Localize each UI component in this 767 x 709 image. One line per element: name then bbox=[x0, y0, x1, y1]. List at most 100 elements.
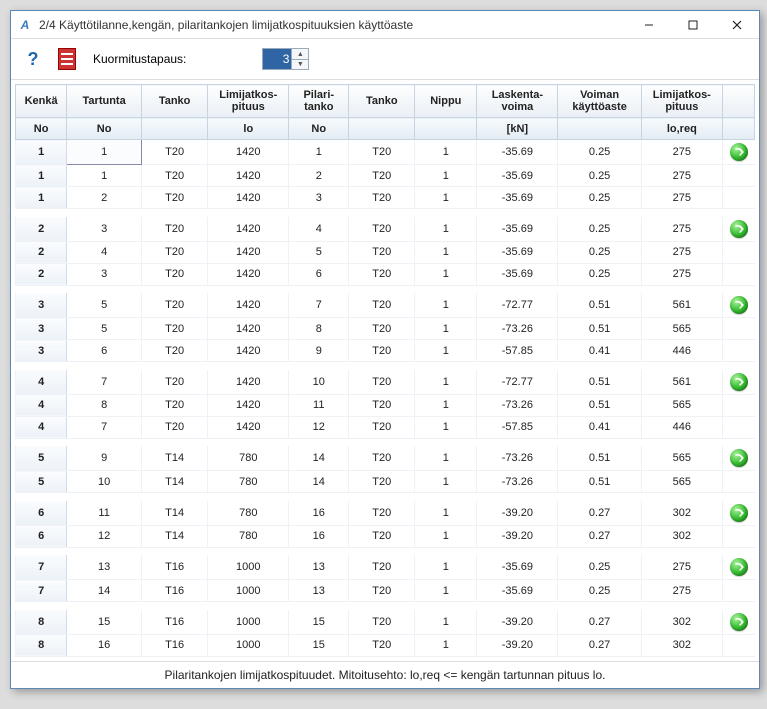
cell-loreq[interactable]: 275 bbox=[641, 140, 722, 165]
col-tartunta[interactable]: Tartunta bbox=[67, 85, 142, 118]
cell-kaytto[interactable]: 0.27 bbox=[558, 501, 641, 526]
cell-pilari[interactable]: 11 bbox=[289, 394, 349, 416]
cell-voima[interactable]: -35.69 bbox=[477, 217, 558, 242]
cell-pilari[interactable]: 10 bbox=[289, 370, 349, 395]
cell-nippu[interactable]: 1 bbox=[415, 610, 477, 635]
cell-voima[interactable]: -73.26 bbox=[477, 318, 558, 340]
spinner-up-button[interactable]: ▲ bbox=[292, 49, 308, 59]
cell-tanko1[interactable]: T20 bbox=[142, 394, 208, 416]
cell-lo[interactable]: 1420 bbox=[208, 318, 289, 340]
cell-tartunta[interactable]: 1 bbox=[67, 165, 142, 187]
cell-tartunta[interactable]: 2 bbox=[67, 187, 142, 209]
table-row[interactable]: 11T2014201T201-35.690.25275 bbox=[16, 140, 755, 165]
cell-kaytto[interactable]: 0.41 bbox=[558, 340, 641, 362]
cell-tartunta[interactable]: 7 bbox=[67, 416, 142, 438]
cell-voima[interactable]: -39.20 bbox=[477, 525, 558, 547]
cell-tanko2[interactable]: T20 bbox=[349, 501, 415, 526]
cell-kaytto[interactable]: 0.51 bbox=[558, 293, 641, 318]
cell-voima[interactable]: -39.20 bbox=[477, 610, 558, 635]
help-button[interactable]: ? bbox=[19, 45, 47, 73]
cell-tanko2[interactable]: T20 bbox=[349, 394, 415, 416]
cell-lo[interactable]: 780 bbox=[208, 446, 289, 471]
cell-tanko1[interactable]: T20 bbox=[142, 340, 208, 362]
col-limijatkos-pituus-req[interactable]: Limijatkos- pituus bbox=[641, 85, 722, 118]
cell-tanko1[interactable]: T20 bbox=[142, 318, 208, 340]
cell-pilari[interactable]: 6 bbox=[289, 263, 349, 285]
status-ok-icon[interactable] bbox=[730, 296, 748, 314]
cell-loreq[interactable]: 561 bbox=[641, 370, 722, 395]
cell-lo[interactable]: 1420 bbox=[208, 293, 289, 318]
cell-kaytto[interactable]: 0.51 bbox=[558, 471, 641, 493]
cell-pilari[interactable]: 5 bbox=[289, 241, 349, 263]
cell-nippu[interactable]: 1 bbox=[415, 416, 477, 438]
cell-nippu[interactable]: 1 bbox=[415, 263, 477, 285]
status-ok-icon[interactable] bbox=[730, 449, 748, 467]
cell-tanko2[interactable]: T20 bbox=[349, 525, 415, 547]
cell-tartunta[interactable]: 5 bbox=[67, 293, 142, 318]
cell-nippu[interactable]: 1 bbox=[415, 293, 477, 318]
cell-tanko2[interactable]: T20 bbox=[349, 416, 415, 438]
cell-voima[interactable]: -35.69 bbox=[477, 241, 558, 263]
cell-voima[interactable]: -73.26 bbox=[477, 446, 558, 471]
table-row[interactable]: 59T1478014T201-73.260.51565 bbox=[16, 446, 755, 471]
cell-kaytto[interactable]: 0.25 bbox=[558, 140, 641, 165]
status-ok-icon[interactable] bbox=[730, 504, 748, 522]
cell-nippu[interactable]: 1 bbox=[415, 370, 477, 395]
cell-nippu[interactable]: 1 bbox=[415, 340, 477, 362]
table-row[interactable]: 815T16100015T201-39.200.27302 bbox=[16, 610, 755, 635]
cell-nippu[interactable]: 1 bbox=[415, 501, 477, 526]
cell-loreq[interactable]: 302 bbox=[641, 501, 722, 526]
status-ok-icon[interactable] bbox=[730, 613, 748, 631]
cell-lo[interactable]: 1420 bbox=[208, 370, 289, 395]
cell-tanko1[interactable]: T14 bbox=[142, 446, 208, 471]
cell-tanko2[interactable]: T20 bbox=[349, 217, 415, 242]
status-ok-icon[interactable] bbox=[730, 373, 748, 391]
cell-nippu[interactable]: 1 bbox=[415, 241, 477, 263]
cell-tartunta[interactable]: 13 bbox=[67, 555, 142, 580]
cell-lo[interactable]: 780 bbox=[208, 525, 289, 547]
cell-kaytto[interactable]: 0.25 bbox=[558, 217, 641, 242]
cell-kaytto[interactable]: 0.25 bbox=[558, 241, 641, 263]
cell-tartunta[interactable]: 4 bbox=[67, 241, 142, 263]
cell-pilari[interactable]: 4 bbox=[289, 217, 349, 242]
cell-nippu[interactable]: 1 bbox=[415, 555, 477, 580]
cell-lo[interactable]: 1000 bbox=[208, 555, 289, 580]
cell-lo[interactable]: 1420 bbox=[208, 165, 289, 187]
cell-nippu[interactable]: 1 bbox=[415, 318, 477, 340]
cell-voima[interactable]: -35.69 bbox=[477, 140, 558, 165]
cell-voima[interactable]: -73.26 bbox=[477, 394, 558, 416]
cell-tartunta[interactable]: 14 bbox=[67, 580, 142, 602]
cell-pilari[interactable]: 16 bbox=[289, 525, 349, 547]
cell-tanko1[interactable]: T20 bbox=[142, 370, 208, 395]
cell-tanko1[interactable]: T14 bbox=[142, 525, 208, 547]
cell-tartunta[interactable]: 3 bbox=[67, 217, 142, 242]
table-row[interactable]: 47T20142010T201-72.770.51561 bbox=[16, 370, 755, 395]
cell-kaytto[interactable]: 0.25 bbox=[558, 187, 641, 209]
status-ok-icon[interactable] bbox=[730, 220, 748, 238]
table-row[interactable]: 510T1478014T201-73.260.51565 bbox=[16, 471, 755, 493]
cell-voima[interactable]: -35.69 bbox=[477, 263, 558, 285]
maximize-button[interactable] bbox=[671, 11, 715, 39]
col-voiman-kayttoaste[interactable]: Voiman käyttöaste bbox=[558, 85, 641, 118]
cell-tanko1[interactable]: T20 bbox=[142, 263, 208, 285]
table-row[interactable]: 23T2014204T201-35.690.25275 bbox=[16, 217, 755, 242]
cell-loreq[interactable]: 561 bbox=[641, 293, 722, 318]
cell-tanko1[interactable]: T16 bbox=[142, 634, 208, 656]
cell-lo[interactable]: 1420 bbox=[208, 263, 289, 285]
cell-tanko1[interactable]: T20 bbox=[142, 293, 208, 318]
cell-kaytto[interactable]: 0.51 bbox=[558, 446, 641, 471]
cell-nippu[interactable]: 1 bbox=[415, 217, 477, 242]
col-pilari-tanko[interactable]: Pilari- tanko bbox=[289, 85, 349, 118]
cell-lo[interactable]: 1420 bbox=[208, 140, 289, 165]
cell-kaytto[interactable]: 0.25 bbox=[558, 555, 641, 580]
cell-voima[interactable]: -35.69 bbox=[477, 555, 558, 580]
cell-tanko2[interactable]: T20 bbox=[349, 610, 415, 635]
cell-kaytto[interactable]: 0.41 bbox=[558, 416, 641, 438]
cell-nippu[interactable]: 1 bbox=[415, 580, 477, 602]
cell-loreq[interactable]: 565 bbox=[641, 471, 722, 493]
cell-tartunta[interactable]: 6 bbox=[67, 340, 142, 362]
cell-nippu[interactable]: 1 bbox=[415, 634, 477, 656]
cell-lo[interactable]: 1420 bbox=[208, 217, 289, 242]
minimize-button[interactable] bbox=[627, 11, 671, 39]
cell-voima[interactable]: -72.77 bbox=[477, 370, 558, 395]
